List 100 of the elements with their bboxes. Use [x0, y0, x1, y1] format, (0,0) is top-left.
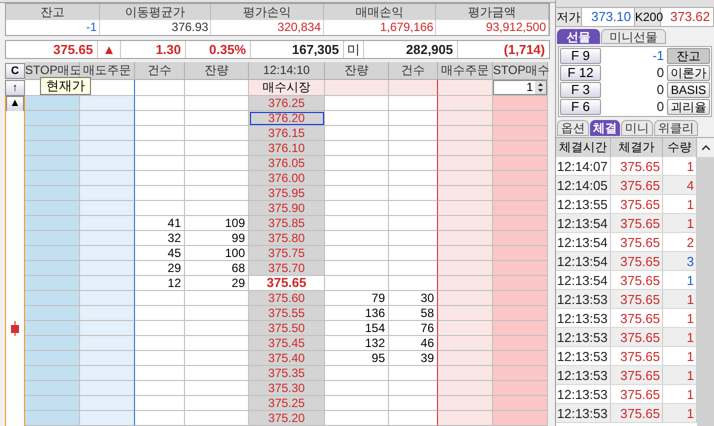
- order-cell[interactable]: [325, 96, 389, 111]
- order-cell[interactable]: [25, 276, 80, 291]
- order-cell[interactable]: [80, 261, 135, 276]
- order-cell[interactable]: [389, 246, 438, 261]
- price-cell[interactable]: 375.50: [249, 321, 325, 336]
- order-cell[interactable]: [438, 411, 493, 426]
- order-cell[interactable]: [80, 111, 135, 126]
- order-cell[interactable]: [185, 321, 249, 336]
- order-cell[interactable]: [185, 201, 249, 216]
- order-cell[interactable]: [438, 246, 493, 261]
- order-cell[interactable]: [325, 156, 389, 171]
- order-cell[interactable]: [185, 351, 249, 366]
- order-cell[interactable]: [185, 336, 249, 351]
- order-cell[interactable]: [185, 396, 249, 411]
- order-cell[interactable]: [135, 201, 185, 216]
- order-cell[interactable]: [25, 246, 80, 261]
- info-button[interactable]: 괴리율: [667, 99, 710, 115]
- side-button[interactable]: C: [5, 63, 25, 79]
- order-cell[interactable]: 29: [135, 261, 185, 276]
- order-cell[interactable]: [80, 366, 135, 381]
- order-cell[interactable]: [493, 381, 548, 396]
- order-cell[interactable]: [135, 111, 185, 126]
- order-cell[interactable]: [25, 201, 80, 216]
- order-cell[interactable]: [25, 336, 80, 351]
- scroll-up-icon[interactable]: [702, 145, 710, 150]
- order-cell[interactable]: [493, 216, 548, 231]
- order-cell[interactable]: [135, 396, 185, 411]
- info-button[interactable]: BASIS: [667, 82, 710, 98]
- price-cell[interactable]: 376.00: [249, 171, 325, 186]
- order-cell[interactable]: [325, 111, 389, 126]
- order-cell[interactable]: [493, 201, 548, 216]
- order-cell[interactable]: [185, 111, 249, 126]
- order-cell[interactable]: [493, 366, 548, 381]
- price-cell[interactable]: 376.25: [249, 96, 325, 111]
- order-cell[interactable]: [438, 126, 493, 141]
- order-cell[interactable]: [438, 261, 493, 276]
- order-cell[interactable]: [325, 186, 389, 201]
- order-cell[interactable]: [135, 126, 185, 141]
- order-cell[interactable]: [389, 96, 438, 111]
- info-button[interactable]: 잔고: [667, 48, 710, 64]
- order-cell[interactable]: 46: [389, 336, 438, 351]
- order-cell[interactable]: [80, 126, 135, 141]
- price-cell[interactable]: 375.95: [249, 186, 325, 201]
- price-cell[interactable]: 375.65: [249, 276, 325, 291]
- order-cell[interactable]: 100: [185, 246, 249, 261]
- order-cell[interactable]: 79: [325, 291, 389, 306]
- order-cell[interactable]: [389, 276, 438, 291]
- order-cell[interactable]: [389, 156, 438, 171]
- order-cell[interactable]: [185, 411, 249, 426]
- order-cell[interactable]: 76: [389, 321, 438, 336]
- price-cell[interactable]: 375.55: [249, 306, 325, 321]
- order-cell[interactable]: [185, 306, 249, 321]
- order-cell[interactable]: [493, 321, 548, 336]
- price-cell[interactable]: 376.05: [249, 156, 325, 171]
- order-cell[interactable]: [135, 351, 185, 366]
- order-cell[interactable]: [25, 96, 80, 111]
- order-cell[interactable]: [80, 171, 135, 186]
- order-cell[interactable]: [135, 186, 185, 201]
- order-cell[interactable]: [25, 261, 80, 276]
- order-cell[interactable]: [438, 306, 493, 321]
- order-cell[interactable]: [25, 351, 80, 366]
- order-cell[interactable]: [389, 366, 438, 381]
- price-cell[interactable]: 375.20: [249, 411, 325, 426]
- order-cell[interactable]: [185, 291, 249, 306]
- side-button[interactable]: ▲: [6, 96, 24, 112]
- order-cell[interactable]: [80, 201, 135, 216]
- order-cell[interactable]: [493, 336, 548, 351]
- order-cell[interactable]: [25, 111, 80, 126]
- price-cell[interactable]: 375.90: [249, 201, 325, 216]
- order-cell[interactable]: [389, 231, 438, 246]
- order-cell[interactable]: 30: [389, 291, 438, 306]
- order-cell[interactable]: [389, 171, 438, 186]
- order-cell[interactable]: 99: [185, 231, 249, 246]
- order-cell[interactable]: [80, 381, 135, 396]
- order-cell[interactable]: [25, 321, 80, 336]
- order-cell[interactable]: [185, 381, 249, 396]
- price-cell[interactable]: 376.10: [249, 141, 325, 156]
- order-cell[interactable]: [438, 381, 493, 396]
- order-cell[interactable]: [493, 231, 548, 246]
- tab[interactable]: 미니: [621, 120, 653, 136]
- order-cell[interactable]: 154: [325, 321, 389, 336]
- order-cell[interactable]: 12: [135, 276, 185, 291]
- order-cell[interactable]: [325, 396, 389, 411]
- order-cell[interactable]: [185, 96, 249, 111]
- order-cell[interactable]: [389, 261, 438, 276]
- order-cell[interactable]: [80, 306, 135, 321]
- spinner-icon[interactable]: [535, 81, 546, 94]
- order-cell[interactable]: [438, 141, 493, 156]
- price-cell[interactable]: 376.20: [249, 111, 325, 126]
- price-cell[interactable]: 375.30: [249, 381, 325, 396]
- order-cell[interactable]: [185, 156, 249, 171]
- order-cell[interactable]: [80, 96, 135, 111]
- price-cell[interactable]: 375.80: [249, 231, 325, 246]
- order-cell[interactable]: [135, 381, 185, 396]
- order-cell[interactable]: [325, 141, 389, 156]
- price-cell[interactable]: 375.45: [249, 336, 325, 351]
- order-cell[interactable]: [135, 156, 185, 171]
- order-cell[interactable]: [493, 171, 548, 186]
- order-cell[interactable]: [80, 321, 135, 336]
- order-cell[interactable]: [135, 321, 185, 336]
